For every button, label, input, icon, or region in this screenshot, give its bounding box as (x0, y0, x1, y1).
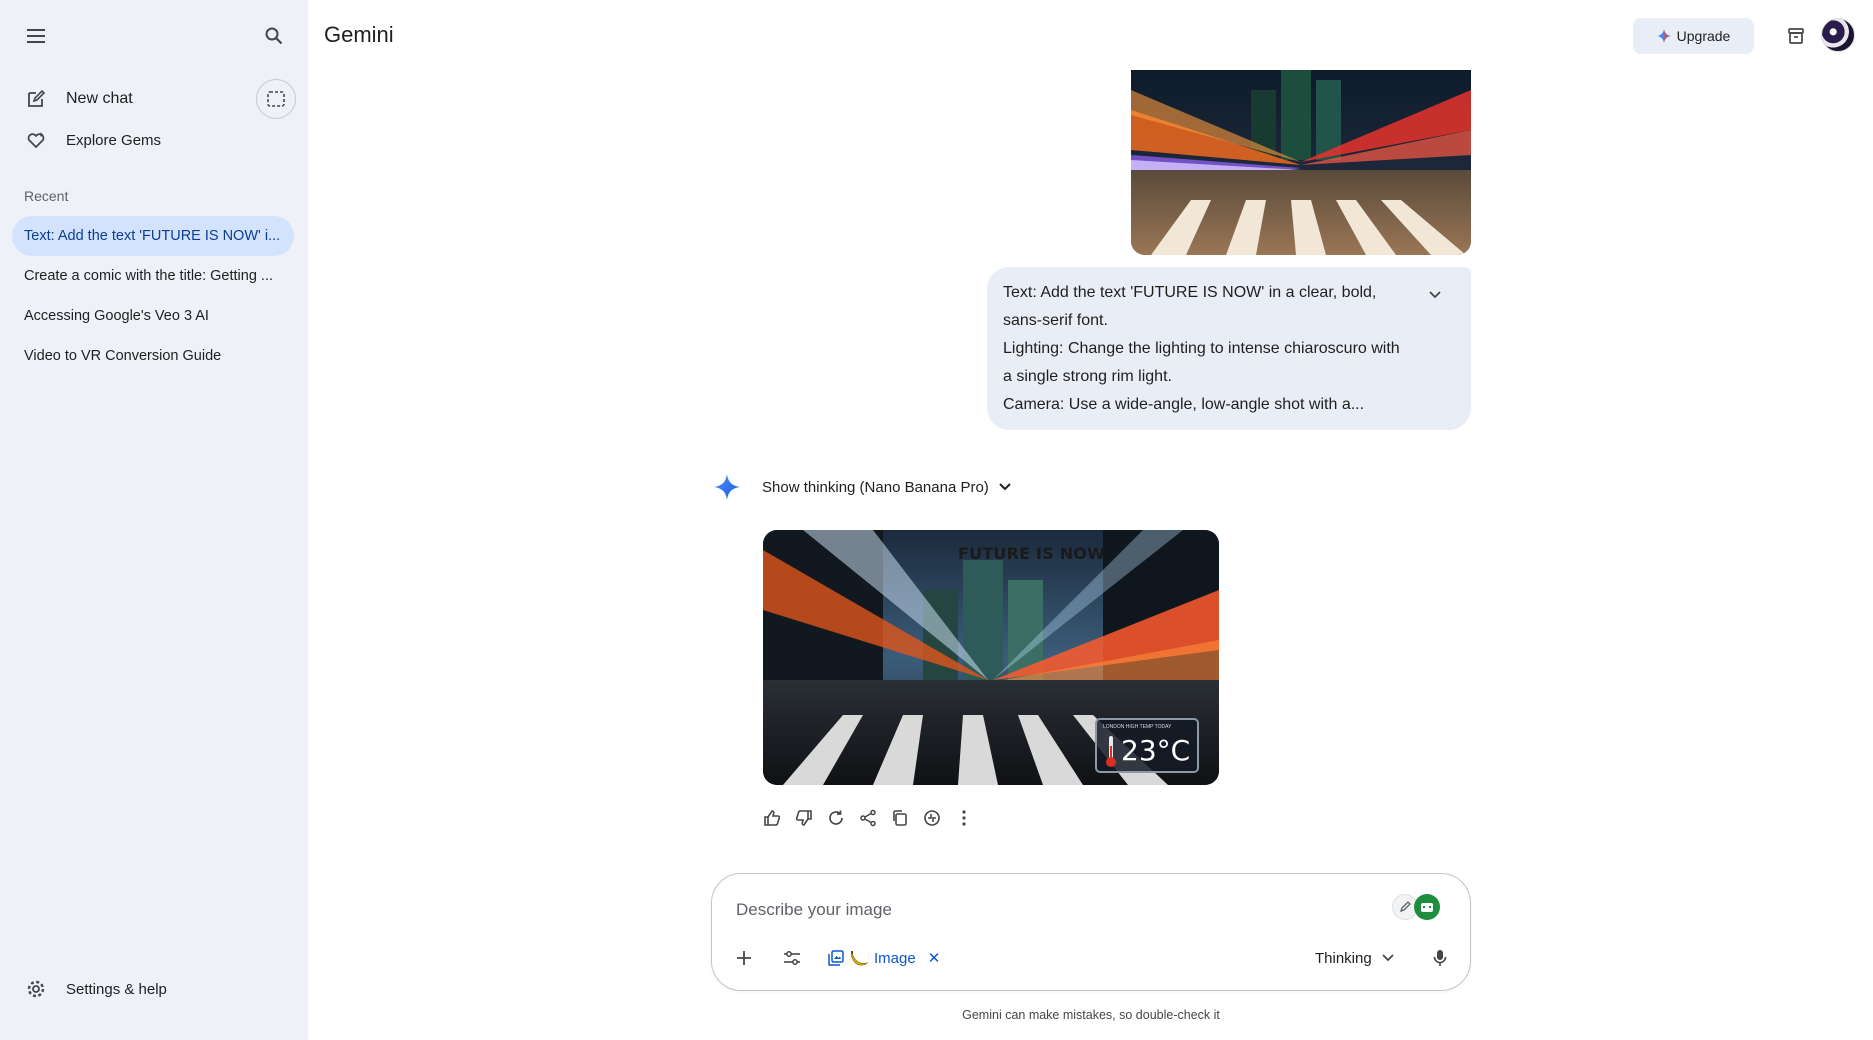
weather-city: LONDON HIGH TEMP TODAY (1103, 724, 1172, 730)
prompt-line: Lighting: Change the lighting to intense… (1003, 340, 1400, 357)
extension-icon[interactable] (1414, 894, 1440, 920)
settings-help-button[interactable]: Settings & help (22, 975, 167, 1003)
microphone-icon[interactable] (1424, 942, 1456, 974)
regenerate-icon[interactable] (820, 802, 852, 834)
explore-gems-label: Explore Gems (66, 131, 162, 149)
gemini-sparkle-icon (712, 472, 742, 502)
chevron-down-icon (1382, 954, 1394, 962)
new-chat-label: New chat (66, 90, 133, 107)
generated-image-caption: FUTURE IS NOW (958, 544, 1105, 563)
upgrade-button[interactable]: Upgrade (1633, 18, 1754, 54)
thumbs-up-icon[interactable] (756, 802, 788, 834)
thinking-label: Show thinking (Nano Banana Pro) (762, 478, 989, 496)
thermometer-icon (1105, 734, 1117, 773)
model-label: Thinking (1315, 949, 1372, 967)
close-icon[interactable]: ✕ (928, 949, 941, 967)
prompt-line: a single strong rim light. (1003, 368, 1172, 385)
recent-chat-item[interactable]: Text: Add the text 'FUTURE IS NOW' i... (12, 216, 294, 256)
sidebar: New chat Explore Gems Recent Text: Add t… (0, 0, 308, 1040)
upgrade-label: Upgrade (1676, 28, 1731, 44)
gem-heart-icon (22, 126, 50, 154)
generated-image[interactable]: FUTURE IS NOW LONDON HIGH TEMP TODAY 23°… (763, 530, 1219, 785)
prompt-line: Text: Add the text 'FUTURE IS NOW' in a … (1003, 284, 1377, 301)
recent-chat-item[interactable]: Accessing Google's Veo 3 AI (12, 296, 294, 336)
chevron-down-icon (999, 483, 1011, 491)
search-icon[interactable] (256, 18, 292, 54)
prompt-line: Camera: Use a wide-angle, low-angle shot… (1003, 396, 1365, 413)
extension-badges (1392, 894, 1440, 920)
settings-help-label: Settings & help (66, 980, 167, 998)
tools-icon[interactable] (776, 942, 808, 974)
explore-gems-button[interactable]: Explore Gems (14, 122, 169, 158)
temporary-chat-button[interactable] (256, 79, 296, 119)
banana-icon (850, 950, 868, 966)
model-selector[interactable]: Thinking (1315, 946, 1394, 970)
image-chip-label: Image (874, 949, 916, 967)
gear-icon (22, 975, 50, 1003)
thumbs-down-icon[interactable] (788, 802, 820, 834)
avatar[interactable] (1821, 18, 1855, 52)
double-check-icon[interactable] (916, 802, 948, 834)
sparkle-icon (1656, 29, 1671, 43)
weather-widget: LONDON HIGH TEMP TODAY 23°C (1095, 718, 1199, 773)
weather-temp: 23°C (1121, 734, 1191, 767)
edit-icon (22, 85, 50, 113)
more-options-icon[interactable] (948, 802, 980, 834)
user-prompt-bubble: Text: Add the text 'FUTURE IS NOW' in a … (987, 267, 1471, 430)
recent-heading: Recent (24, 188, 69, 204)
share-icon[interactable] (852, 802, 884, 834)
copy-icon[interactable] (884, 802, 916, 834)
hamburger-menu-icon[interactable] (18, 18, 54, 54)
recent-chat-item[interactable]: Create a comic with the title: Getting .… (12, 256, 294, 296)
add-attachment-icon[interactable] (728, 942, 760, 974)
image-tool-chip[interactable]: Image ✕ (828, 944, 940, 972)
prompt-line: sans-serif font. (1003, 312, 1108, 329)
expand-chevron-icon[interactable] (1421, 281, 1449, 309)
image-gallery-icon (828, 950, 844, 966)
show-thinking-toggle[interactable]: Show thinking (Nano Banana Pro) (762, 474, 1011, 500)
prompt-composer: Image ✕ Thinking (711, 873, 1471, 991)
archive-icon[interactable] (1778, 18, 1814, 54)
prompt-input[interactable] (736, 896, 1336, 924)
user-uploaded-image[interactable] (1131, 70, 1471, 255)
response-actions (756, 802, 980, 834)
new-chat-button[interactable]: New chat (14, 81, 141, 117)
disclaimer-text: Gemini can make mistakes, so double-chec… (962, 1008, 1220, 1022)
recent-chat-item[interactable]: Video to VR Conversion Guide (12, 336, 294, 376)
app-title: Gemini (324, 22, 394, 47)
